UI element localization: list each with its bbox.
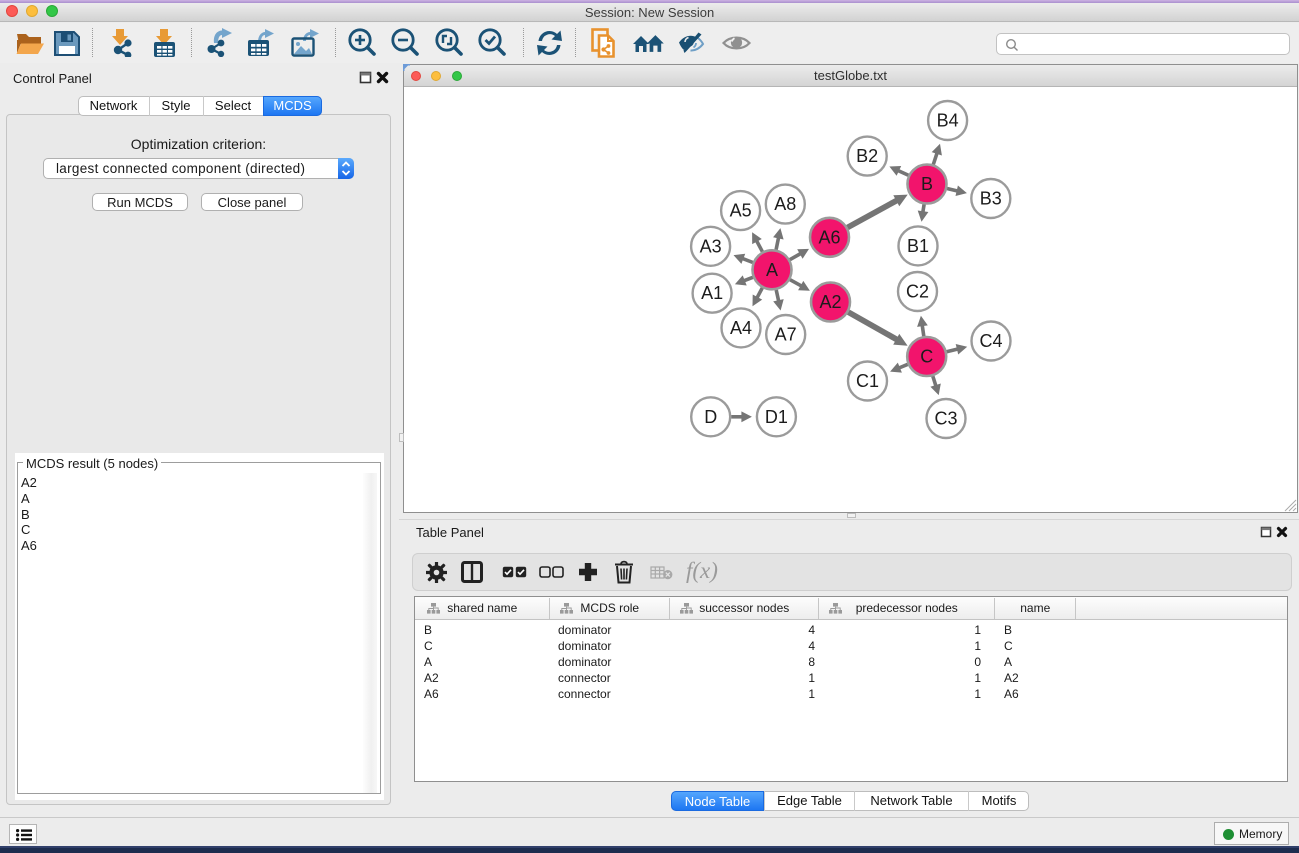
svg-text:B2: B2 bbox=[856, 146, 878, 166]
svg-text:B1: B1 bbox=[907, 236, 929, 256]
svg-text:C1: C1 bbox=[856, 371, 879, 391]
svg-text:A2: A2 bbox=[819, 292, 841, 312]
svg-text:A4: A4 bbox=[730, 318, 752, 338]
svg-text:A1: A1 bbox=[701, 283, 723, 303]
svg-text:C: C bbox=[920, 347, 933, 367]
svg-text:A8: A8 bbox=[774, 194, 796, 214]
svg-text:B4: B4 bbox=[937, 111, 959, 131]
svg-text:B3: B3 bbox=[980, 189, 1002, 209]
svg-text:C2: C2 bbox=[906, 282, 929, 302]
svg-text:A7: A7 bbox=[775, 325, 797, 345]
svg-text:C3: C3 bbox=[934, 409, 957, 429]
svg-text:A: A bbox=[766, 260, 778, 280]
svg-text:A6: A6 bbox=[818, 227, 840, 247]
svg-text:A3: A3 bbox=[700, 236, 722, 256]
svg-text:D: D bbox=[704, 407, 717, 427]
svg-text:A5: A5 bbox=[730, 201, 752, 221]
svg-text:B: B bbox=[921, 174, 933, 194]
svg-text:D1: D1 bbox=[765, 407, 788, 427]
svg-text:C4: C4 bbox=[979, 331, 1002, 351]
